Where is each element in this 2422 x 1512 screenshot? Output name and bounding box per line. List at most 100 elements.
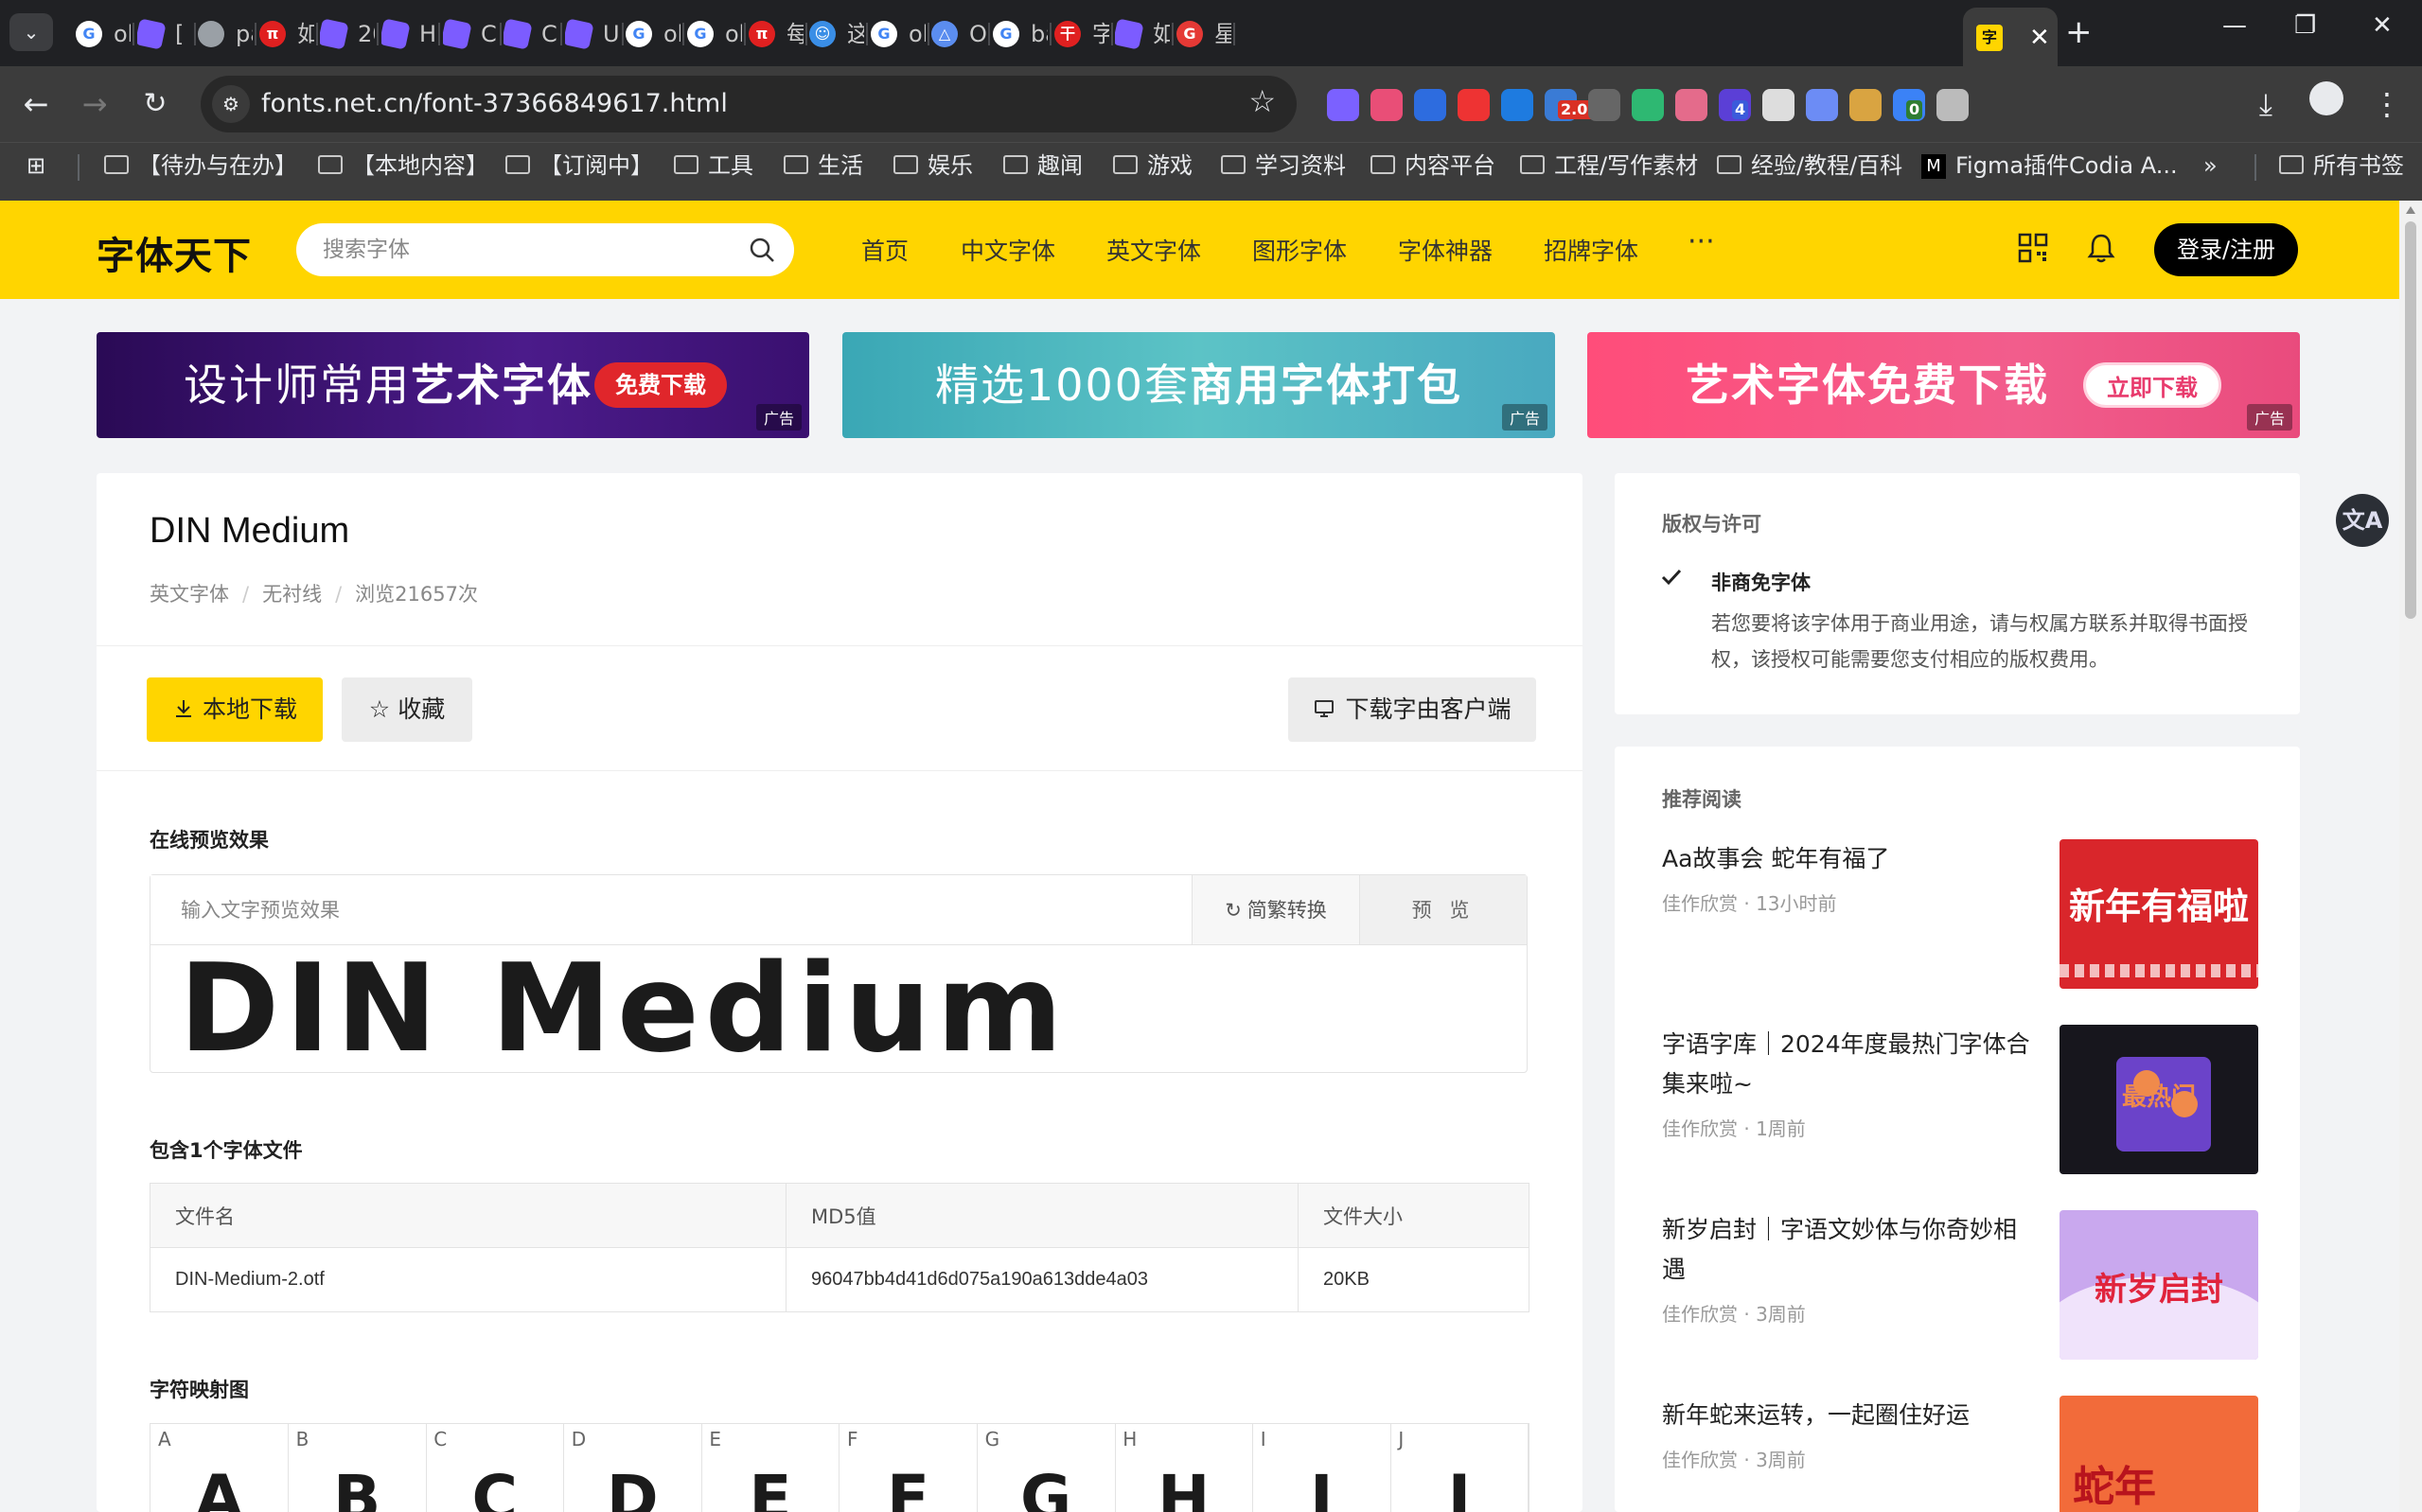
tag-category[interactable]: 英文字体 (150, 583, 229, 606)
article-thumbnail[interactable]: 新年有福啦 (2060, 839, 2258, 989)
ext-goggles-icon[interactable] (1588, 89, 1620, 121)
article-title[interactable]: 字语字库｜2024年度最热门字体合集来啦~ (1662, 1025, 2031, 1104)
browser-tab[interactable]: Gob (626, 11, 681, 55)
browser-tab[interactable]: 如 (1115, 11, 1170, 55)
tab-search-button[interactable]: ⌄ (9, 13, 53, 51)
address-bar[interactable]: ⚙ fonts.net.cn/font-37366849617.html ☆ (201, 76, 1297, 132)
bookmarks-overflow-button[interactable]: » (2203, 143, 2218, 190)
ext-red-hand-icon[interactable] (1458, 89, 1490, 121)
article-thumbnail[interactable]: 最热门 (2060, 1025, 2258, 1174)
ext-z-icon[interactable] (1414, 89, 1446, 121)
browser-tab[interactable]: 20 (320, 11, 375, 55)
browser-menu-icon[interactable]: ⋮ (2366, 83, 2408, 125)
preview-text-input[interactable] (150, 875, 1192, 945)
bookmark-folder[interactable]: 【本地内容】 (318, 143, 488, 190)
bookmark-folder[interactable]: 工程/写作素材 (1520, 143, 1698, 190)
nav-item[interactable]: 招牌字体 (1544, 233, 1638, 267)
bookmark-folder[interactable]: 经验/教程/百科 (1717, 143, 1902, 190)
browser-tab[interactable]: ☺ 这 (809, 11, 864, 55)
url-text[interactable]: fonts.net.cn/font-37366849617.html (261, 76, 728, 132)
apps-grid-icon[interactable]: ⊞ (27, 143, 45, 190)
forward-button[interactable]: → (74, 83, 115, 125)
banner-free-download-button[interactable]: 免费下载 (594, 362, 727, 408)
article-thumbnail[interactable]: 蛇年 (2060, 1396, 2258, 1512)
back-button[interactable]: ← (15, 83, 57, 125)
article-title[interactable]: Aa故事会 蛇年有福了 (1662, 839, 2031, 879)
ext-blue-s-icon[interactable] (1501, 89, 1533, 121)
favorite-button[interactable]: ☆ 收藏 (342, 677, 472, 742)
minimize-button[interactable]: — (2222, 11, 2247, 40)
bookmark-folder[interactable]: 学习资料 (1221, 143, 1346, 190)
bookmark-folder[interactable]: 游戏 (1113, 143, 1193, 190)
browser-tab[interactable]: Gob (687, 11, 742, 55)
qr-code-icon[interactable] (2016, 231, 2050, 265)
banner-free-art-fonts[interactable]: 艺术字体免费下载 立即下载 广告 (1587, 332, 2300, 438)
bookmark-folder[interactable]: 【待办与在办】 (104, 143, 297, 190)
article-thumbnail[interactable]: 新岁启封 (2060, 1210, 2258, 1360)
window-close-button[interactable]: ✕ (2372, 11, 2393, 40)
login-register-button[interactable]: 登录/注册 (2154, 223, 2298, 276)
article-item[interactable]: Aa故事会 蛇年有福了 佳作欣赏 · 13小时前 新年有福啦 (1662, 839, 2268, 1000)
nav-item[interactable]: 图形字体 (1252, 233, 1347, 267)
bookmark-folder[interactable]: 娱乐 (893, 143, 973, 190)
ext-mountain-icon[interactable] (1762, 89, 1794, 121)
ext-colorwheel-icon[interactable] (1370, 89, 1403, 121)
bookmark-folder[interactable]: 生活 (784, 143, 863, 190)
tab-close-icon[interactable]: ✕ (2029, 9, 2050, 66)
ext-earth-icon[interactable] (1849, 89, 1882, 121)
banner-commercial-pack[interactable]: 精选1000套商用字体打包 广告 (842, 332, 1555, 438)
site-logo[interactable]: 字体天下 (97, 225, 252, 280)
ext-purple-icon[interactable] (1327, 89, 1359, 121)
nav-item[interactable]: 字体神器 (1398, 233, 1493, 267)
banner-download-now-button[interactable]: 立即下载 (2083, 362, 2221, 408)
nav-item[interactable]: 中文字体 (961, 233, 1055, 267)
article-title[interactable]: 新年蛇来运转，一起圈住好运 (1662, 1396, 2031, 1435)
browser-tab[interactable]: π如 (259, 11, 314, 55)
browser-tab[interactable]: Gob (76, 11, 131, 55)
browser-tab[interactable]: pa (198, 11, 253, 55)
article-title[interactable]: 新岁启封｜字语文妙体与你奇妙相遇 (1662, 1210, 2031, 1290)
bookmark-star-icon[interactable]: ☆ (1248, 83, 1276, 119)
ext-cat-icon[interactable] (1675, 89, 1707, 121)
site-search-input[interactable] (323, 223, 720, 276)
bookmark-folder[interactable]: 内容平台 (1370, 143, 1495, 190)
translate-icon[interactable]: 文A (2336, 494, 2389, 547)
download-client-button[interactable]: 下载字由客户端 (1288, 677, 1536, 742)
article-item[interactable]: 新年蛇来运转，一起圈住好运 佳作欣赏 · 3周前 蛇年 (1662, 1396, 2268, 1512)
preview-button[interactable]: 预 览 (1359, 875, 1527, 945)
banner-art-fonts[interactable]: 设计师常用艺术字体 免费下载 广告 (97, 332, 809, 438)
bookmark-folder[interactable]: 【订阅中】 (505, 143, 653, 190)
local-download-button[interactable]: 本地下载 (147, 677, 323, 742)
nav-more-button[interactable]: ··· (1688, 225, 1715, 258)
browser-tab[interactable]: CS (504, 11, 558, 55)
new-tab-button[interactable]: + (2065, 13, 2093, 51)
scrollbar-thumb[interactable] (2405, 221, 2416, 619)
ext-green-m-icon[interactable] (1632, 89, 1664, 121)
nav-item[interactable]: 英文字体 (1106, 233, 1201, 267)
restore-button[interactable]: ❐ (2294, 11, 2316, 40)
active-tab[interactable]: 字 ✕ (1963, 8, 2058, 66)
site-info-icon[interactable]: ⚙ (212, 85, 250, 123)
notification-bell-icon[interactable] (2084, 231, 2118, 265)
article-item[interactable]: 字语字库｜2024年度最热门字体合集来啦~ 佳作欣赏 · 1周前 最热门 (1662, 1025, 2268, 1186)
browser-tab[interactable]: [ (137, 11, 192, 55)
browser-tab[interactable]: Us (565, 11, 620, 55)
tag-style[interactable]: 无衬线 (262, 583, 322, 606)
bookmark-folder[interactable]: 工具 (674, 143, 753, 190)
browser-tab[interactable]: Ch (443, 11, 498, 55)
page-scrollbar[interactable] (2399, 201, 2422, 1512)
simplified-traditional-convert-button[interactable]: ↻ 简繁转换 (1192, 875, 1359, 945)
search-icon[interactable] (749, 237, 775, 263)
all-bookmarks[interactable]: 所有书签 (2279, 143, 2404, 190)
nav-item[interactable]: 首页 (861, 233, 909, 267)
browser-tab[interactable]: 干字 (1054, 11, 1109, 55)
article-item[interactable]: 新岁启封｜字语文妙体与你奇妙相遇 佳作欣赏 · 3周前 新岁启封 (1662, 1210, 2268, 1371)
ext-puzzle-icon[interactable] (1936, 89, 1969, 121)
browser-tab[interactable]: Gba (993, 11, 1048, 55)
browser-tab[interactable]: G星 (1176, 11, 1231, 55)
browser-tab[interactable]: Ho (381, 11, 436, 55)
bookmark-figma[interactable]: M Figma插件Codia A... (1921, 143, 2178, 190)
browser-tab[interactable]: Gol (871, 11, 926, 55)
reload-button[interactable]: ↻ (134, 83, 176, 125)
bookmark-folder[interactable]: 趣闻 (1003, 143, 1083, 190)
